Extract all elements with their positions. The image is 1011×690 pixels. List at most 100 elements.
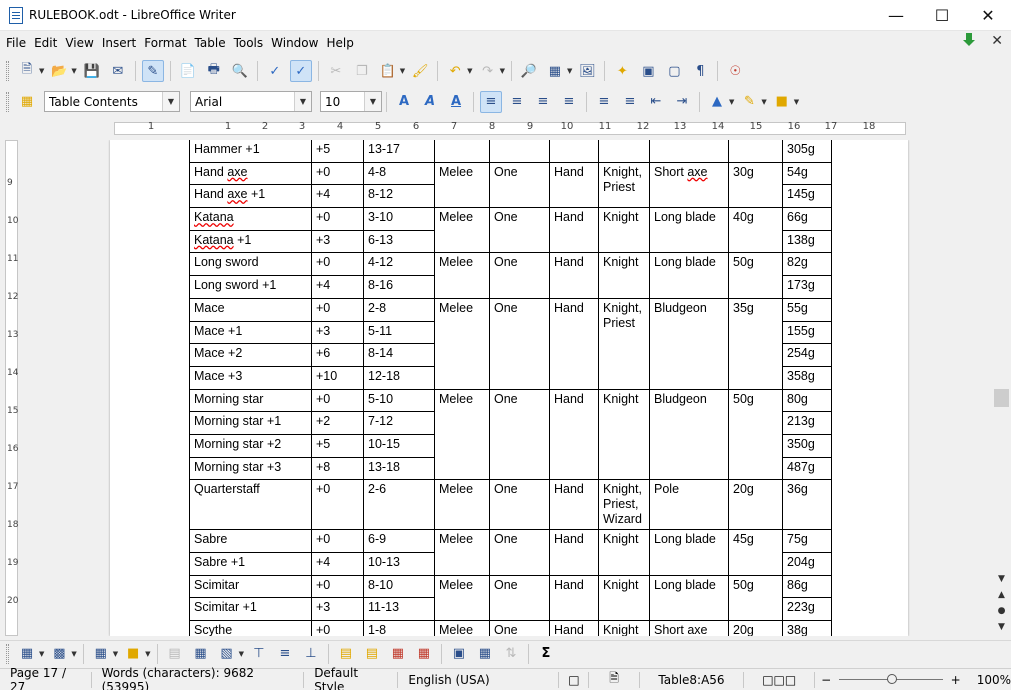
table-cell[interactable]: Melee: [434, 161, 490, 209]
table-cell[interactable]: Melee: [434, 297, 490, 390]
table-cell[interactable]: One: [489, 207, 550, 254]
edit-mode-icon[interactable]: ✎: [141, 60, 164, 82]
redo-icon[interactable]: ↷: [477, 60, 499, 82]
chevron-down-icon[interactable]: ▼: [364, 92, 381, 111]
table-cell[interactable]: 50g: [728, 574, 783, 622]
table-cell[interactable]: One: [489, 479, 550, 531]
table-cell[interactable]: 487g: [782, 456, 832, 481]
close-document-icon[interactable]: ✕: [991, 33, 1003, 49]
table-cell[interactable]: +0: [311, 529, 364, 553]
table-cell[interactable]: Melee: [434, 529, 490, 576]
merge-cells-icon[interactable]: ▤: [164, 643, 186, 665]
table-cell[interactable]: +0: [311, 297, 364, 322]
table-cell[interactable]: 13-17: [363, 140, 435, 163]
numbered-list-icon[interactable]: ≡: [619, 91, 641, 113]
word-count[interactable]: Words (characters): 9682 (53995): [92, 666, 305, 690]
justify-icon[interactable]: ≡: [558, 91, 580, 113]
table-cell[interactable]: [434, 140, 490, 163]
borders-dropdown-icon[interactable]: ▼: [113, 650, 118, 658]
vertical-ruler[interactable]: 9 10 11 12 13 14 15 16 17 18 19 20: [0, 140, 23, 636]
table-cell[interactable]: Mace: [189, 297, 312, 322]
table-cell[interactable]: 5-11: [363, 320, 435, 345]
table-cell[interactable]: +5: [311, 140, 364, 163]
font-name-select[interactable]: Arial ▼: [190, 91, 312, 112]
table-cell[interactable]: Hand axe +1: [189, 184, 312, 209]
sum-icon[interactable]: Σ: [535, 643, 557, 665]
table-cell[interactable]: 4-12: [363, 252, 435, 277]
table-cell[interactable]: 20g: [728, 620, 783, 636]
split-dropdown-icon[interactable]: ▼: [239, 650, 244, 658]
table-cell[interactable]: +0: [311, 252, 364, 277]
table-cell[interactable]: One: [489, 388, 550, 481]
table-cell[interactable]: Hand: [549, 207, 599, 254]
align-top-icon[interactable]: ⊤: [248, 643, 270, 665]
align-right-icon[interactable]: ≡: [532, 91, 554, 113]
table-cell[interactable]: Katana: [189, 207, 312, 231]
table-cell[interactable]: 75g: [782, 529, 832, 553]
navigator-icon[interactable]: ●: [994, 603, 1009, 618]
table-row[interactable]: Katana +0 3-10 Melee One Hand Knight Long blade…: [189, 207, 832, 254]
table-cell[interactable]: Knight, Priest, Wizard: [598, 479, 650, 531]
menu-file[interactable]: File: [0, 36, 30, 50]
toolbar-gripper[interactable]: [6, 643, 9, 664]
table-cell[interactable]: +0: [311, 161, 364, 186]
increase-indent-icon[interactable]: ⇥: [671, 91, 693, 113]
table-dropdown-icon[interactable]: ▼: [567, 67, 572, 75]
table-properties-dropdown-icon[interactable]: ▼: [71, 650, 76, 658]
italic-icon[interactable]: A: [419, 91, 441, 113]
align-center-icon[interactable]: ≡: [506, 91, 528, 113]
sort-icon[interactable]: ⇅: [500, 643, 522, 665]
optimize-size-icon[interactable]: ▦: [474, 643, 496, 665]
decrease-indent-icon[interactable]: ⇤: [645, 91, 667, 113]
toolbar-gripper[interactable]: [6, 61, 9, 81]
table-cell[interactable]: +3: [311, 597, 364, 622]
previous-page-icon[interactable]: ▲: [994, 587, 1009, 602]
close-button[interactable]: ✕: [965, 0, 1011, 31]
table-cell[interactable]: [649, 140, 729, 163]
table-properties-icon[interactable]: ▩: [48, 643, 70, 665]
next-page-icon[interactable]: ▼: [994, 619, 1009, 634]
table-cell[interactable]: 86g: [782, 574, 832, 599]
table-cell[interactable]: 213g: [782, 411, 832, 435]
table-cell[interactable]: Long blade: [649, 574, 729, 622]
zoom-level[interactable]: 100%: [977, 673, 1011, 687]
table-cell[interactable]: [728, 140, 783, 163]
table-cell[interactable]: Mace +1: [189, 320, 312, 345]
vertical-scrollbar[interactable]: ▼ ▲ ● ▼: [993, 140, 1011, 636]
table-cell[interactable]: +3: [311, 320, 364, 345]
auto-spellcheck-icon[interactable]: ✓: [289, 60, 312, 82]
menu-window[interactable]: Window: [267, 36, 322, 50]
table-cell[interactable]: Hand: [549, 479, 599, 531]
export-pdf-icon[interactable]: 📄: [177, 60, 199, 82]
table-cell[interactable]: Morning star +3: [189, 456, 312, 481]
table-cell[interactable]: Morning star +1: [189, 411, 312, 435]
table-cell[interactable]: Hand axe: [189, 161, 312, 186]
cell-background-dropdown-icon[interactable]: ▼: [145, 650, 150, 658]
table-cell[interactable]: One: [489, 161, 550, 209]
zoom-out-icon[interactable]: −: [821, 673, 831, 687]
scrollbar-thumb[interactable]: [994, 389, 1009, 407]
table-cell[interactable]: Mace +2: [189, 343, 312, 367]
print-icon[interactable]: 🖶: [203, 60, 225, 82]
table-cell[interactable]: 4-8: [363, 161, 435, 186]
table-cell[interactable]: 66g: [782, 207, 832, 231]
paragraph-style-select[interactable]: Table Contents ▼: [44, 91, 180, 112]
cut-icon[interactable]: ✂: [325, 60, 347, 82]
table-cell[interactable]: Pole: [649, 479, 729, 531]
menu-table[interactable]: Table: [191, 36, 230, 50]
minimize-button[interactable]: —: [873, 0, 919, 31]
table-cell[interactable]: 254g: [782, 343, 832, 367]
table-cell[interactable]: Bludgeon: [649, 297, 729, 390]
table-cell[interactable]: +4: [311, 184, 364, 209]
bullet-list-icon[interactable]: ≡: [593, 91, 615, 113]
table-cell[interactable]: Long sword +1: [189, 275, 312, 299]
menu-insert[interactable]: Insert: [98, 36, 140, 50]
help-lifebuoy-icon[interactable]: ☉: [724, 60, 746, 82]
table-cell[interactable]: Hand: [549, 252, 599, 299]
table-cell[interactable]: 36g: [782, 479, 832, 531]
table-cell[interactable]: 55g: [782, 297, 832, 322]
selection-mode-icon[interactable]: □: [559, 671, 590, 688]
table-cell[interactable]: Knight: [598, 388, 650, 481]
menu-edit[interactable]: Edit: [30, 36, 61, 50]
language-indicator[interactable]: English (USA): [398, 671, 560, 688]
